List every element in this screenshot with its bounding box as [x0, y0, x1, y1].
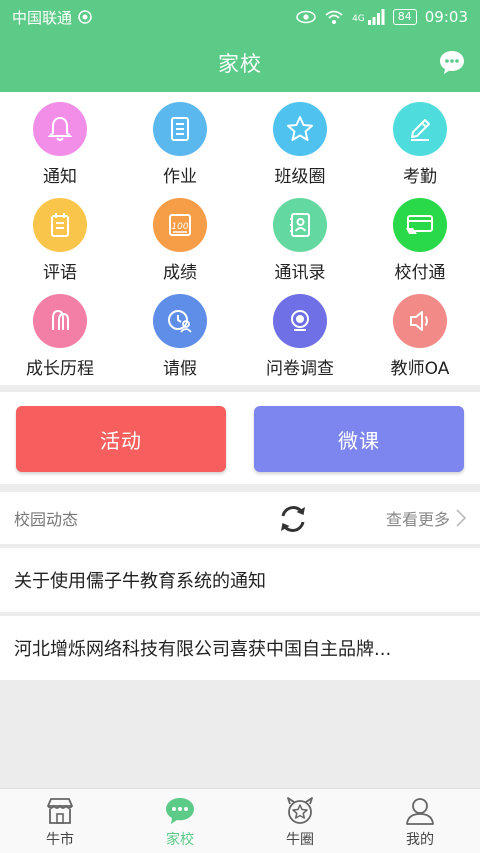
grid-label: 教师OA: [390, 359, 450, 379]
score-icon: 100: [153, 198, 207, 252]
card-icon: [393, 198, 447, 252]
grid-item-contacts[interactable]: 通讯录: [240, 188, 360, 284]
battery-indicator: 84: [392, 9, 417, 25]
bell-icon: [33, 102, 87, 156]
wifi-icon: [325, 10, 343, 24]
grid-label: 考勤: [403, 167, 437, 187]
grid-label: 通讯录: [274, 263, 326, 283]
grid-label: 问卷调查: [266, 359, 334, 379]
tab-label: 家校: [166, 832, 194, 848]
news-item-title: 关于使用儒子牛教育系统的通知: [14, 571, 266, 592]
eye-icon: [296, 10, 316, 24]
grid-item-homework[interactable]: 作业: [120, 92, 240, 188]
action-buttons: 活动 微课: [0, 392, 480, 484]
shop-icon: [47, 798, 73, 824]
news-item[interactable]: 河北增烁网络科技有限公司喜获中国自主品牌...: [0, 616, 480, 680]
bull-circle-icon: [287, 797, 313, 824]
star-icon: [273, 102, 327, 156]
grid-item-survey[interactable]: 问卷调查: [240, 284, 360, 380]
tab-label: 牛市: [46, 832, 74, 848]
bottom-tab-bar: 牛市 家校 牛圈 我的: [0, 788, 480, 853]
survey-icon: [273, 294, 327, 348]
grid-item-comment[interactable]: 评语: [0, 188, 120, 284]
message-icon[interactable]: [438, 48, 466, 76]
pencil-icon: [393, 102, 447, 156]
contacts-icon: [273, 198, 327, 252]
grid-label: 成绩: [163, 263, 197, 283]
grid-label: 评语: [43, 263, 77, 283]
leave-icon: [153, 294, 207, 348]
speaker-icon: [393, 294, 447, 348]
signal-icon: [367, 9, 385, 25]
grid-label: 成长历程: [26, 359, 94, 379]
view-more-link[interactable]: 查看更多: [386, 506, 466, 530]
grid-item-class-circle[interactable]: 班级圈: [240, 92, 360, 188]
grid-item-leave[interactable]: 请假: [120, 284, 240, 380]
feature-grid: 通知 作业 班级圈 考勤 评语 100 成绩 通讯录 校付通 成长历程 请假 问…: [0, 92, 480, 385]
chevron-right-icon: [456, 509, 466, 527]
status-bar: 中国联通 4G 84 09:03: [0, 0, 480, 34]
network-type: 4G: [352, 14, 365, 24]
tab-mine[interactable]: 我的: [360, 789, 480, 853]
refresh-icon[interactable]: [276, 502, 310, 536]
chat-bubble-icon: [166, 798, 194, 824]
homework-icon: [153, 102, 207, 156]
notification-icon: [78, 10, 92, 24]
grid-item-growth[interactable]: 成长历程: [0, 284, 120, 380]
notepad-icon: [33, 198, 87, 252]
grid-item-notice[interactable]: 通知: [0, 92, 120, 188]
grid-item-teacher-oa[interactable]: 教师OA: [360, 284, 480, 380]
grid-item-score[interactable]: 100 成绩: [120, 188, 240, 284]
grid-label: 作业: [163, 167, 197, 187]
view-more-label: 查看更多: [385, 510, 450, 529]
page-title: 家校: [218, 52, 262, 76]
user-icon: [406, 798, 434, 825]
tab-market[interactable]: 牛市: [0, 789, 120, 853]
grid-item-attendance[interactable]: 考勤: [360, 92, 480, 188]
grid-label: 请假: [163, 359, 197, 379]
tab-home-school[interactable]: 家校: [120, 789, 240, 853]
activity-button[interactable]: 活动: [16, 406, 226, 472]
grid-item-school-pay[interactable]: 校付通: [360, 188, 480, 284]
header: 家校: [0, 34, 480, 92]
carrier-group: 中国联通: [12, 7, 296, 28]
carrier-name: 中国联通: [12, 8, 73, 27]
news-item-title: 河北增烁网络科技有限公司喜获中国自主品牌...: [14, 639, 392, 660]
tab-bull-circle[interactable]: 牛圈: [240, 789, 360, 853]
tab-label: 牛圈: [286, 832, 314, 848]
people-icon: [33, 294, 87, 348]
news-header: 校园动态 查看更多: [0, 492, 480, 544]
grid-label: 校付通: [394, 263, 446, 283]
status-time: 09:03: [424, 8, 468, 26]
news-section-title: 校园动态: [14, 510, 79, 529]
micro-course-button[interactable]: 微课: [254, 406, 464, 472]
grid-label: 通知: [43, 167, 77, 187]
tab-label: 我的: [406, 832, 434, 848]
svg-text:100: 100: [171, 222, 188, 232]
status-right: 4G 84 09:03: [296, 8, 468, 26]
news-item[interactable]: 关于使用儒子牛教育系统的通知: [0, 548, 480, 612]
grid-label: 班级圈: [274, 167, 326, 187]
